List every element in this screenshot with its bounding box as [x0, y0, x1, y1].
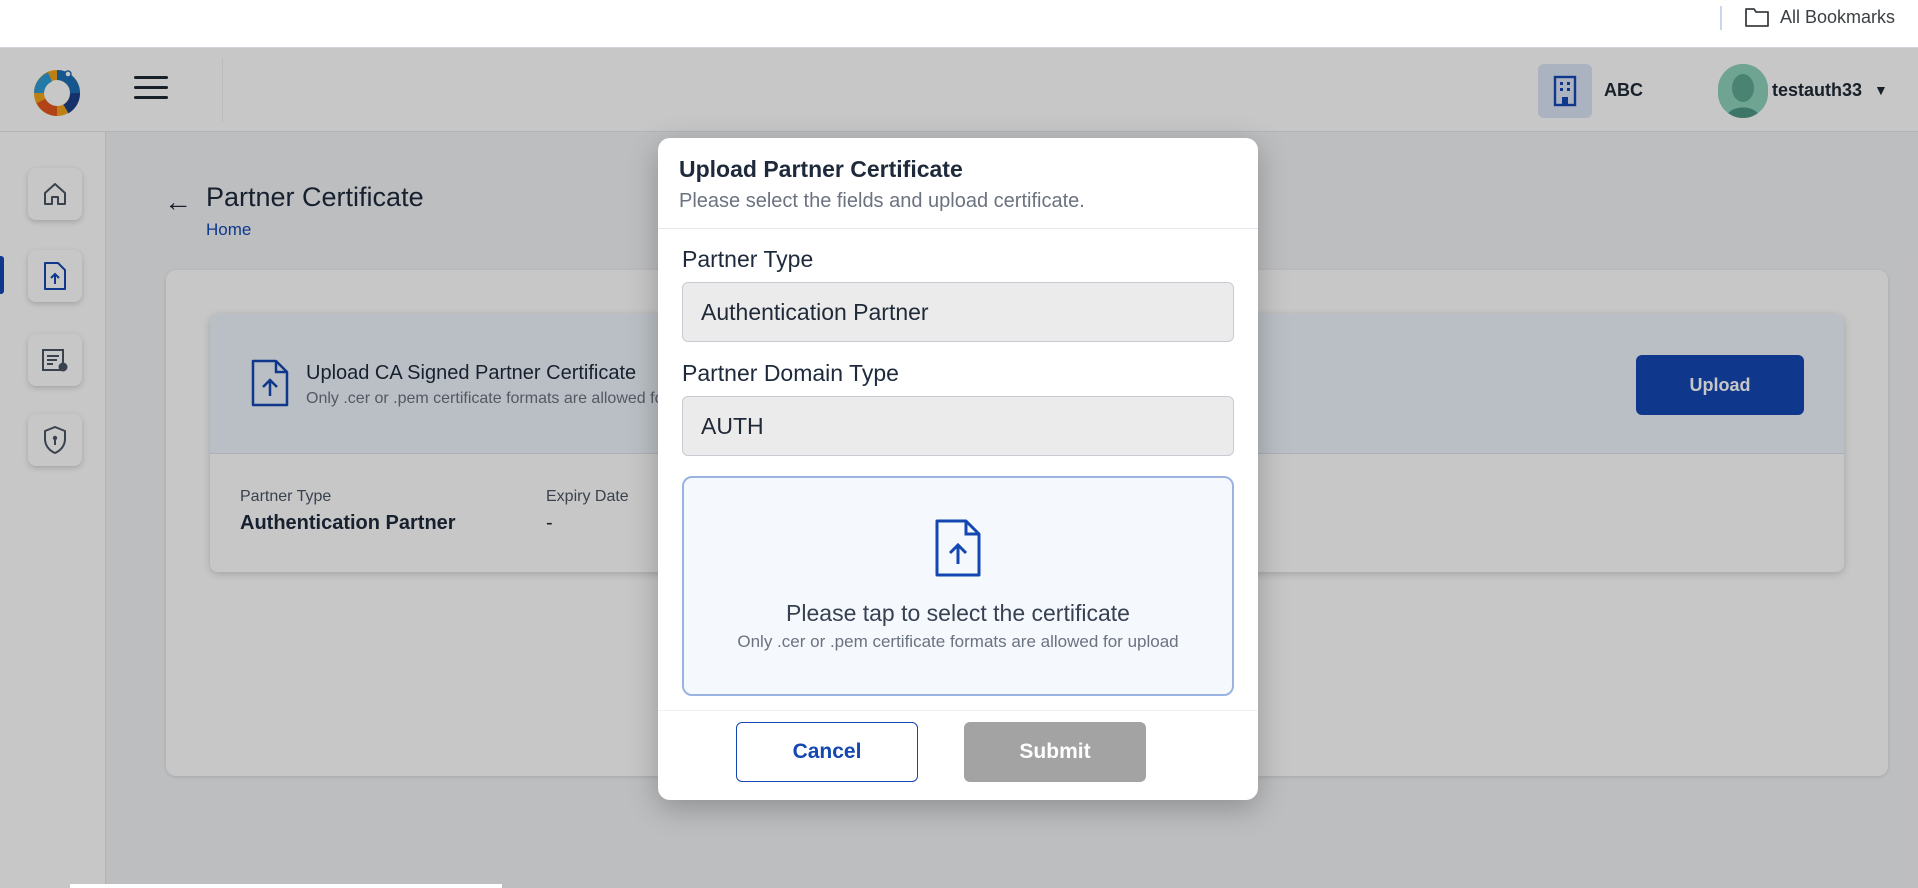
upload-certificate-modal: Upload Partner Certificate Please select…	[658, 138, 1258, 800]
certificate-drop-zone[interactable]: Please tap to select the certificate Onl…	[682, 476, 1234, 696]
cancel-button[interactable]: Cancel	[736, 722, 918, 782]
domain-type-field-label: Partner Domain Type	[682, 360, 899, 386]
all-bookmarks-button[interactable]: All Bookmarks	[1744, 4, 1895, 30]
partner-type-field-label: Partner Type	[682, 246, 814, 272]
submit-button[interactable]: Submit	[964, 722, 1146, 782]
drop-zone-instruction: Please tap to select the certificate	[786, 600, 1130, 626]
drop-zone-format-hint: Only .cer or .pem certificate formats ar…	[737, 632, 1179, 651]
bottom-scroll-strip	[70, 884, 502, 888]
file-upload-icon	[935, 519, 981, 577]
modal-footer-divider	[658, 710, 1258, 711]
modal-header-divider	[658, 228, 1258, 229]
modal-title: Upload Partner Certificate	[679, 156, 963, 182]
all-bookmarks-label: All Bookmarks	[1780, 6, 1896, 27]
modal-subtitle: Please select the fields and upload cert…	[679, 190, 1085, 212]
partner-type-field[interactable]: Authentication Partner	[682, 282, 1234, 342]
domain-type-field[interactable]: AUTH	[682, 396, 1234, 456]
browser-bookmarks-bar: All Bookmarks	[0, 0, 1918, 48]
bookmarks-separator	[1720, 6, 1722, 30]
folder-icon	[1745, 8, 1769, 27]
